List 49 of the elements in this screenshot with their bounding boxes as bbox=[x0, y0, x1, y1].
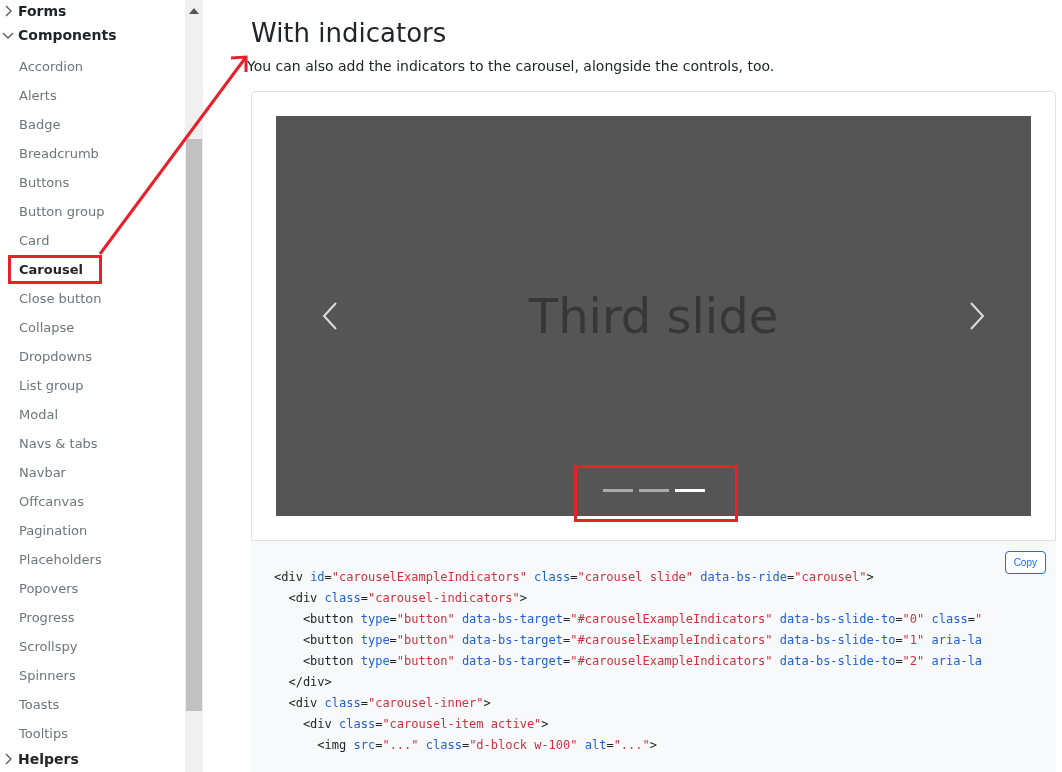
sidebar-link[interactable]: Badge bbox=[19, 110, 61, 139]
chevron-left-icon bbox=[322, 302, 338, 330]
previous-button[interactable] bbox=[322, 302, 338, 330]
code-line: <div class="carousel-item active"> bbox=[301, 716, 550, 733]
section-description: You can also add the indicators to the carousel, alongside the controls, too. bbox=[247, 58, 776, 74]
sidebar-link[interactable]: Button group bbox=[19, 197, 105, 226]
section-heading: With indicators bbox=[251, 18, 448, 48]
next-button[interactable] bbox=[969, 302, 985, 330]
sidebar-link[interactable]: Pagination bbox=[19, 516, 88, 545]
sidebar-link[interactable]: Card bbox=[19, 226, 50, 255]
code-line: </div> bbox=[287, 674, 333, 691]
sidebar-link[interactable]: Close button bbox=[19, 284, 102, 313]
sidebar-link[interactable]: Offcanvas bbox=[19, 487, 84, 516]
sidebar-link[interactable]: Carousel bbox=[19, 255, 83, 284]
scrollbar[interactable] bbox=[185, 0, 203, 772]
scrollbar-thumb[interactable] bbox=[186, 139, 202, 711]
chevron-right-icon bbox=[969, 302, 985, 330]
sidebar-link[interactable]: Placeholders bbox=[19, 545, 102, 574]
sidebar-link[interactable]: Alerts bbox=[19, 81, 57, 110]
sidebar-link[interactable]: Scrollspy bbox=[19, 632, 78, 661]
sidebar-link[interactable]: Spinners bbox=[19, 661, 76, 690]
sidebar-link[interactable]: Toasts bbox=[19, 690, 60, 719]
sidebar-link[interactable]: Buttons bbox=[19, 168, 70, 197]
code-line: <img src="..." class="d-block w-100" alt="..."> bbox=[316, 737, 658, 754]
copy-button[interactable]: Copy bbox=[1004, 551, 1046, 574]
sidebar-link[interactable]: Accordion bbox=[19, 52, 84, 81]
sidebar-link[interactable]: List group bbox=[19, 371, 84, 400]
carousel-indicator[interactable] bbox=[602, 489, 633, 492]
carousel-indicator[interactable] bbox=[638, 489, 669, 492]
sidebar-link[interactable]: Modal bbox=[19, 400, 58, 429]
code-line: <button type="button" data-bs-target="#carouselExampleIndicators" data-bs-slide-to="1" aria-la bbox=[301, 632, 984, 649]
code-line: <div class="carousel-indicators"> bbox=[287, 590, 528, 607]
sidebar-group-toggle[interactable]: Helpers bbox=[0, 748, 79, 770]
sidebar-link[interactable]: Collapse bbox=[19, 313, 75, 342]
code-line: <button type="button" data-bs-target="#carouselExampleIndicators" data-bs-slide-to="2" aria-la bbox=[301, 653, 984, 670]
code-line: <div class="carousel-inner"> bbox=[287, 695, 492, 712]
sidebar-link[interactable]: Tooltips bbox=[19, 719, 68, 748]
sidebar-link[interactable]: Breadcrumb bbox=[19, 139, 99, 168]
scroll-up-icon[interactable] bbox=[189, 8, 199, 14]
code-line: <div id="carouselExampleIndicators" class="carousel slide" data-bs-ride="carousel"> bbox=[274, 569, 875, 586]
code-line: <button type="button" data-bs-target="#carouselExampleIndicators" data-bs-slide-to="0" class=" bbox=[301, 611, 984, 628]
carousel-indicator[interactable] bbox=[674, 489, 705, 492]
sidebar-link[interactable]: Progress bbox=[19, 603, 75, 632]
sidebar-link[interactable]: Navs & tabs bbox=[19, 429, 98, 458]
sidebar-group-toggle[interactable]: Components bbox=[0, 24, 117, 46]
sidebar-link[interactable]: Popovers bbox=[19, 574, 79, 603]
sidebar-link[interactable]: Dropdowns bbox=[19, 342, 93, 371]
sidebar-group-toggle[interactable]: Forms bbox=[0, 0, 67, 22]
sidebar-link[interactable]: Navbar bbox=[19, 458, 66, 487]
